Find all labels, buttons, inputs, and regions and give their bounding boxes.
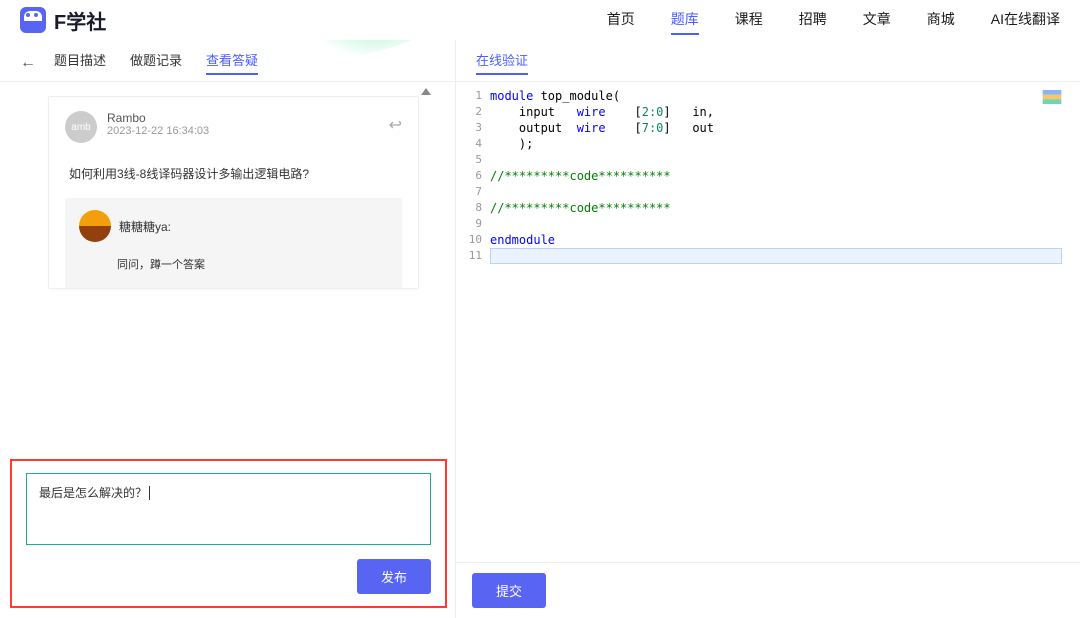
code-line: 8//*********code**********	[456, 200, 1070, 216]
nav-item[interactable]: 商城	[927, 5, 955, 35]
logo-icon	[20, 7, 46, 33]
post-author: Rambo	[107, 111, 209, 125]
post-header: amb Rambo 2023-12-22 16:34:03 ↩	[65, 111, 402, 143]
nav-item[interactable]: 文章	[863, 5, 891, 35]
qa-thread-scroll[interactable]: amb Rambo 2023-12-22 16:34:03 ↩ 如何利用3线-8…	[0, 82, 455, 455]
line-number: 2	[456, 104, 490, 120]
code-line: 7	[456, 184, 1070, 200]
top-header: F学社 首页 题库 课程 招聘 文章 商城 AI在线翻译	[0, 0, 1080, 40]
line-content: endmodule	[490, 232, 1070, 248]
main-nav: 首页 题库 课程 招聘 文章 商城 AI在线翻译	[607, 5, 1060, 35]
line-content	[490, 184, 1070, 200]
nav-item[interactable]: AI在线翻译	[991, 5, 1060, 35]
compose-text: 最后是怎么解决的？	[39, 486, 147, 500]
left-sub-tabs: 题目描述做题记录查看答疑	[54, 50, 258, 75]
line-content: );	[490, 136, 1070, 152]
line-content: input wire [2:0] in,	[490, 104, 1070, 120]
code-line: 5	[456, 152, 1070, 168]
nav-item[interactable]: 课程	[735, 5, 763, 35]
post-time: 2023-12-22 16:34:03	[107, 125, 209, 137]
reply-icon[interactable]: ↩	[389, 115, 402, 135]
code-line: 6//*********code**********	[456, 168, 1070, 184]
code-lang-badge-icon	[1042, 90, 1062, 104]
right-header: 在线验证	[456, 40, 1080, 82]
qa-post-card: amb Rambo 2023-12-22 16:34:03 ↩ 如何利用3线-8…	[48, 96, 419, 289]
left-panel: ← 题目描述做题记录查看答疑 amb Rambo 2023-12-22 16:3…	[0, 40, 456, 618]
nav-item[interactable]: 招聘	[799, 5, 827, 35]
code-lines: 1module top_module(2 input wire [2:0] in…	[456, 88, 1070, 264]
compose-input[interactable]: 最后是怎么解决的？	[26, 473, 431, 545]
nav-item[interactable]: 题库	[671, 5, 699, 35]
code-editor[interactable]: 1module top_module(2 input wire [2:0] in…	[456, 82, 1080, 562]
reply-author: 糖糖糖ya:	[119, 218, 171, 235]
post-body: 如何利用3线-8线译码器设计多输出逻辑电路?	[65, 143, 402, 198]
tab-online-verify[interactable]: 在线验证	[476, 50, 528, 75]
code-line: 11	[456, 248, 1070, 264]
avatar	[79, 210, 111, 242]
line-number: 9	[456, 216, 490, 232]
back-arrow-icon[interactable]: ←	[20, 54, 36, 72]
code-line: 10endmodule	[456, 232, 1070, 248]
code-line: 3 output wire [7:0] out	[456, 120, 1070, 136]
code-line: 9	[456, 216, 1070, 232]
scroll-up-caret-icon	[421, 88, 431, 95]
line-content: output wire [7:0] out	[490, 120, 1070, 136]
post-meta: Rambo 2023-12-22 16:34:03	[107, 111, 209, 137]
submit-button[interactable]: 提交	[472, 573, 546, 608]
text-cursor	[149, 486, 150, 500]
compose-area-highlight: 最后是怎么解决的？ 发布	[10, 459, 447, 608]
line-number: 4	[456, 136, 490, 152]
publish-button[interactable]: 发布	[357, 559, 431, 594]
code-line: 4 );	[456, 136, 1070, 152]
line-content: //*********code**********	[490, 200, 1070, 216]
line-number: 7	[456, 184, 490, 200]
code-line: 1module top_module(	[456, 88, 1070, 104]
line-content	[490, 248, 1062, 264]
sub-tab[interactable]: 题目描述	[54, 50, 106, 75]
main-content: ← 题目描述做题记录查看答疑 amb Rambo 2023-12-22 16:3…	[0, 40, 1080, 618]
left-sub-header: ← 题目描述做题记录查看答疑	[0, 40, 455, 82]
logo-area[interactable]: F学社	[20, 6, 106, 35]
nav-item[interactable]: 首页	[607, 5, 635, 35]
line-number: 1	[456, 88, 490, 104]
right-panel: 在线验证 1module top_module(2 input wire [2:…	[456, 40, 1080, 618]
line-content: module top_module(	[490, 88, 1070, 104]
sub-tab[interactable]: 做题记录	[130, 50, 182, 75]
sub-tab[interactable]: 查看答疑	[206, 50, 258, 75]
line-number: 10	[456, 232, 490, 248]
line-number: 8	[456, 200, 490, 216]
submit-bar: 提交	[456, 562, 1080, 618]
logo-text: F学社	[54, 6, 106, 35]
compose-actions: 发布	[26, 559, 431, 594]
line-content: //*********code**********	[490, 168, 1070, 184]
reply-header: 糖糖糖ya:	[79, 210, 388, 242]
line-number: 11	[456, 248, 490, 264]
line-content	[490, 152, 1070, 168]
reply-card: 糖糖糖ya: 同问，蹲一个答案	[65, 198, 402, 288]
reply-body: 同问，蹲一个答案	[79, 242, 388, 272]
line-content	[490, 216, 1070, 232]
code-line: 2 input wire [2:0] in,	[456, 104, 1070, 120]
line-number: 3	[456, 120, 490, 136]
line-number: 5	[456, 152, 490, 168]
line-number: 6	[456, 168, 490, 184]
avatar: amb	[65, 111, 97, 143]
